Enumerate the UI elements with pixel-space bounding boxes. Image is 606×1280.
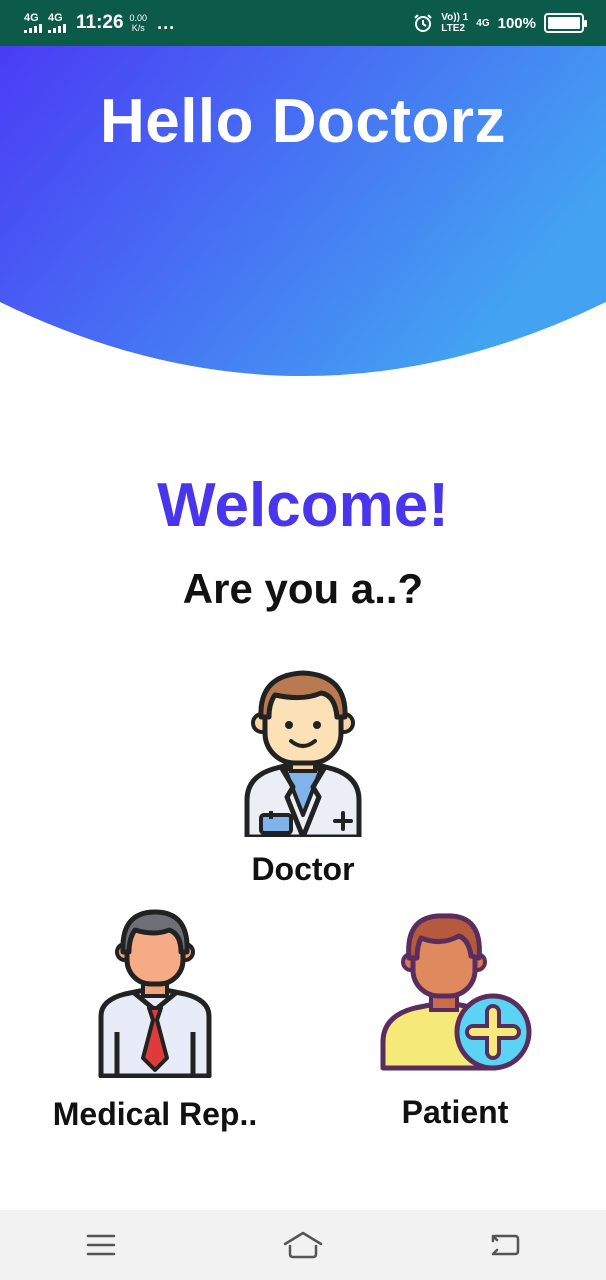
battery-icon (544, 13, 587, 33)
status-time: 11:26 (76, 12, 124, 33)
role-patient-label: Patient (401, 1094, 509, 1130)
status-bar: 4G 4G 11:26 0.00 K/s ... Vo)) 1 LTE2 4G … (0, 0, 606, 46)
role-medical-rep-button[interactable]: Medical Rep.. (40, 908, 270, 1133)
signal-sim2-label: 4G (48, 12, 63, 24)
more-notifications-icon: ... (157, 12, 176, 33)
network-speed-unit: K/s (131, 23, 145, 33)
back-icon (491, 1234, 520, 1256)
header-banner: Hello Doctorz (0, 46, 606, 386)
medical-rep-icon (98, 909, 212, 1078)
lte-label: LTE2 (441, 23, 465, 34)
role-medical-rep-label: Medical Rep.. (52, 1096, 258, 1132)
signal-sim2: 4G (48, 13, 66, 33)
network-type: 4G (476, 17, 490, 29)
menu-button[interactable] (71, 1220, 131, 1270)
volte-label: Vo)) 1 (441, 12, 469, 23)
signal-bars-icon (24, 24, 42, 33)
signal-sim1-label: 4G (24, 12, 39, 24)
doctor-icon (244, 670, 362, 837)
volte-indicator: Vo)) 1 LTE2 (441, 12, 468, 34)
network-speed-value: 0.00 (129, 13, 148, 23)
patient-icon (380, 913, 532, 1071)
signal-bars-icon (48, 24, 66, 33)
menu-icon (86, 1234, 116, 1256)
role-patient-button[interactable]: Patient (360, 912, 550, 1131)
network-speed: 0.00 K/s (130, 13, 148, 33)
home-icon (283, 1231, 323, 1259)
alarm-icon (414, 14, 432, 32)
system-nav-bar (0, 1210, 606, 1280)
battery-percent: 100% (497, 14, 536, 32)
welcome-heading: Welcome! (157, 471, 449, 540)
home-button[interactable] (273, 1220, 333, 1270)
back-button[interactable] (475, 1220, 535, 1270)
role-question: Are you a..? (182, 565, 424, 612)
app-title: Hello Doctorz (99, 87, 507, 156)
role-doctor-button[interactable]: Doctor (223, 665, 383, 888)
signal-sim1: 4G (24, 13, 42, 33)
role-doctor-label: Doctor (251, 851, 355, 887)
